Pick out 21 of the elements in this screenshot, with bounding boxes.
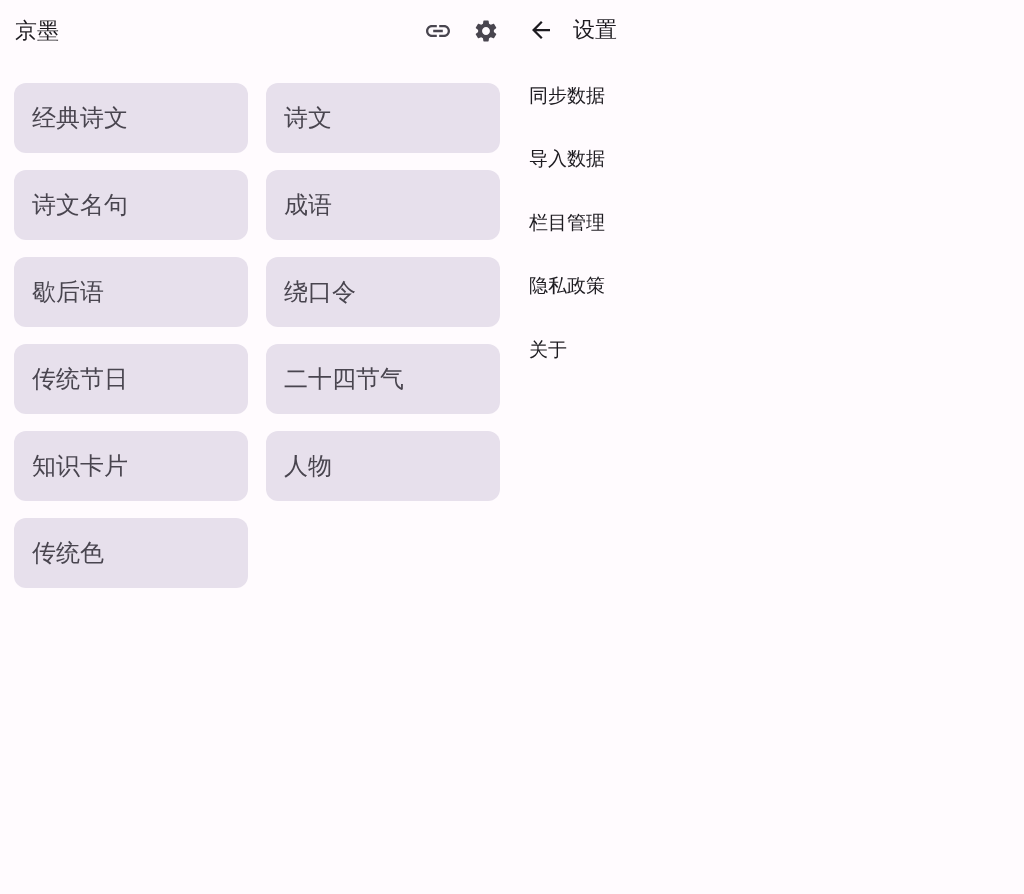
category-card[interactable]: 知识卡片 bbox=[14, 431, 248, 501]
back-arrow-icon bbox=[532, 21, 550, 39]
category-card[interactable]: 二十四节气 bbox=[266, 344, 500, 414]
category-card[interactable]: 经典诗文 bbox=[14, 83, 248, 153]
settings-item[interactable]: 关于 bbox=[514, 318, 1024, 382]
settings-icon bbox=[475, 20, 497, 42]
settings-item[interactable]: 导入数据 bbox=[514, 127, 1024, 191]
category-card[interactable]: 绕口令 bbox=[266, 257, 500, 327]
category-card[interactable]: 诗文 bbox=[266, 83, 500, 153]
category-card[interactable]: 诗文名句 bbox=[14, 170, 248, 240]
settings-title: 设置 bbox=[573, 16, 617, 44]
category-card[interactable]: 传统节日 bbox=[14, 344, 248, 414]
settings-item[interactable]: 隐私政策 bbox=[514, 254, 1024, 318]
category-card[interactable]: 成语 bbox=[266, 170, 500, 240]
settings-item[interactable]: 同步数据 bbox=[514, 64, 1024, 128]
category-card[interactable]: 传统色 bbox=[14, 518, 248, 588]
settings-item[interactable]: 栏目管理 bbox=[514, 191, 1024, 255]
category-card[interactable]: 人物 bbox=[266, 431, 500, 501]
link-icon bbox=[426, 25, 450, 37]
category-card[interactable]: 歇后语 bbox=[14, 257, 248, 327]
app-title: 京墨 bbox=[15, 17, 60, 45]
